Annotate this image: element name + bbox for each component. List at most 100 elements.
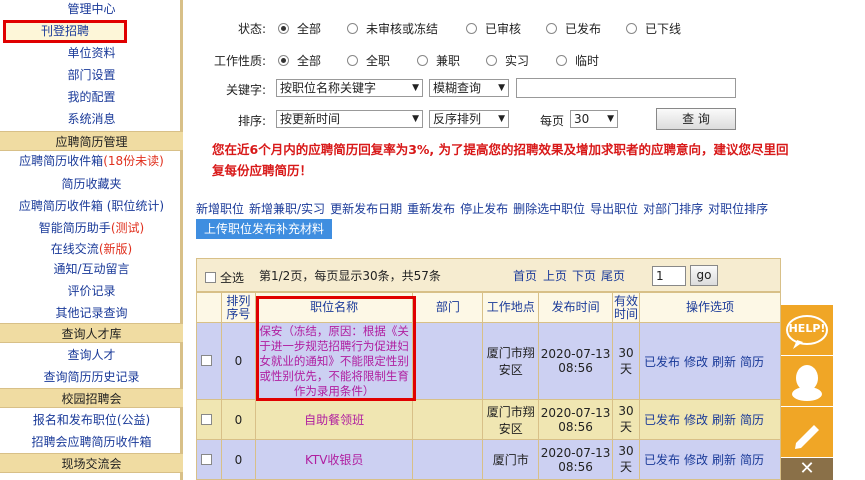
nature-radio-temporary[interactable]: 临时 (556, 52, 599, 69)
refresh-link[interactable]: 刷新 (712, 453, 736, 467)
sidebar-item-resume-favorites[interactable]: 简历收藏夹 (0, 175, 183, 193)
republish-link[interactable]: 重新发布 (407, 202, 455, 216)
published-link[interactable]: 已发布 (644, 413, 680, 427)
sidebar-item-company-info[interactable]: 单位资料 (0, 44, 183, 62)
published-link[interactable]: 已发布 (644, 355, 680, 369)
nature-radio-all[interactable]: 全部 (278, 52, 321, 69)
sidebar-item-notifications[interactable]: 通知/互动留言 (0, 260, 183, 278)
status-radio-offline[interactable]: 已下线 (626, 20, 681, 37)
pager-last[interactable]: 尾页 (601, 267, 625, 284)
resume-link[interactable]: 简历 (740, 413, 764, 427)
sidebar-item-my-config[interactable]: 我的配置 (0, 88, 183, 106)
delete-selected-link[interactable]: 删除选中职位 (513, 202, 585, 216)
update-date-link[interactable]: 更新发布日期 (330, 202, 402, 216)
sidebar-item-reviews[interactable]: 评价记录 (0, 282, 183, 300)
keyword-field-select[interactable]: 按职位名称关键字 ▼ (276, 79, 423, 97)
refresh-link[interactable]: 刷新 (712, 413, 736, 427)
add-job-link[interactable]: 新增职位 (196, 202, 244, 216)
nature-radio-parttime[interactable]: 兼职 (417, 52, 460, 69)
sidebar-item-other-records[interactable]: 其他记录查询 (0, 304, 183, 322)
section-talent-pool: 查询人才库 (0, 323, 183, 343)
keyword-match-select[interactable]: 模糊查询 ▼ (429, 79, 509, 97)
published-link[interactable]: 已发布 (644, 453, 680, 467)
row-ops: 已发布 修改 刷新 简历 (638, 399, 782, 440)
section-resume-management: 应聘简历管理 (0, 131, 183, 151)
status-label: 状态: (237, 22, 266, 36)
sidebar-item-online-chat[interactable]: 在线交流(新版) (0, 240, 183, 258)
reply-rate-notice: 您在近6个月内的应聘简历回复率为3%, 为了提高您的招聘效果及增加求职者的应聘意… (212, 142, 789, 178)
row-title[interactable]: KTV收银员 (254, 439, 414, 480)
sidebar-item-post-job[interactable]: 刊登招聘 (3, 20, 127, 43)
table-row: 0 KTV收银员 厦门市 2020-07-13 08:56 30天 已发布 修改 刷新… (196, 439, 782, 480)
stop-publish-link[interactable]: 停止发布 (460, 202, 508, 216)
help-button[interactable]: HELP! (781, 305, 833, 355)
row-checkbox[interactable] (196, 439, 222, 480)
sort-label: 排序: (237, 114, 266, 128)
row-checkbox[interactable] (196, 399, 222, 440)
row-date: 2020-07-13 08:56 (538, 322, 614, 400)
row-title[interactable]: 保安（冻结，原因：根据《关于进一步规范招聘行为促进妇女就业的通知》不能限定性别或… (254, 322, 414, 400)
pager-first[interactable]: 首页 (513, 267, 537, 284)
nature-radio-fulltime[interactable]: 全职 (347, 52, 390, 69)
sidebar-item-smart-resume-assistant[interactable]: 智能简历助手(测试) (0, 219, 183, 237)
per-page-select[interactable]: 30 ▼ (570, 110, 618, 128)
refresh-link[interactable]: 刷新 (712, 355, 736, 369)
row-location: 厦门市 (482, 439, 540, 480)
chevron-down-icon: ▼ (412, 114, 419, 124)
row-date: 2020-07-13 08:56 (538, 439, 614, 480)
nature-radio-intern[interactable]: 实习 (486, 52, 529, 69)
sidebar-item-resume-inbox-by-job[interactable]: 应聘简历收件箱 (职位统计) (0, 197, 183, 215)
main-panel: 状态: 全部 未审核或冻结 已审核 已发布 已下线 工作性质: 全部 全职 兼职… (194, 0, 789, 480)
status-radio-published[interactable]: 已发布 (546, 20, 601, 37)
sort-departments-link[interactable]: 对部门排序 (643, 202, 703, 216)
go-button[interactable]: go (690, 265, 718, 286)
upload-materials-button[interactable]: 上传职位发布补充材料 (196, 219, 332, 239)
sort-jobs-link[interactable]: 对职位排序 (708, 202, 768, 216)
status-radio-all[interactable]: 全部 (278, 20, 321, 37)
radio-dot (347, 55, 358, 66)
resume-link[interactable]: 简历 (740, 355, 764, 369)
status-radio-approved[interactable]: 已审核 (466, 20, 521, 37)
keyword-input[interactable] (516, 78, 736, 98)
sidebar-item-resume-history[interactable]: 查询简历历史记录 (0, 368, 183, 386)
add-parttime-link[interactable]: 新增兼职/实习 (249, 202, 325, 216)
header-valid: 有效时间 (612, 292, 640, 323)
pager-next[interactable]: 下页 (572, 267, 596, 284)
pager-prev[interactable]: 上页 (543, 267, 567, 284)
edit-link[interactable]: 修改 (684, 355, 708, 369)
close-float-button[interactable]: ✕ (781, 458, 833, 480)
radio-dot (486, 55, 497, 66)
export-jobs-link[interactable]: 导出职位 (590, 202, 638, 216)
row-checkbox[interactable] (196, 322, 222, 400)
checkbox-box (201, 453, 213, 465)
sidebar-item-search-talent[interactable]: 查询人才 (0, 346, 183, 364)
radio-dot (417, 55, 428, 66)
sidebar-item-admin-center[interactable]: 管理中心 (0, 0, 183, 18)
qq-chat-button[interactable] (781, 356, 833, 406)
feedback-button[interactable] (781, 407, 833, 457)
page-number-input[interactable]: 1 (652, 266, 686, 286)
sidebar-item-system-messages[interactable]: 系统消息 (0, 110, 183, 128)
pager-info: 第1/2页，每页显示30条，共57条 (259, 269, 441, 283)
status-radio-pending[interactable]: 未审核或冻结 (347, 20, 438, 37)
chevron-down-icon: ▼ (412, 83, 419, 93)
section-onsite-fair: 现场交流会 (0, 453, 183, 473)
sidebar-item-campus-post[interactable]: 报名和发布职位(公益) (0, 411, 183, 429)
sort-by-select[interactable]: 按更新时间 ▼ (276, 110, 423, 128)
query-button[interactable]: 查 询 (656, 108, 736, 130)
resume-link[interactable]: 简历 (740, 453, 764, 467)
header-dept: 部门 (412, 292, 484, 323)
header-location: 工作地点 (482, 292, 540, 323)
job-nature-label: 工作性质: (213, 54, 266, 68)
sidebar-item-resume-inbox[interactable]: 应聘简历收件箱(18份未读) (0, 152, 183, 170)
sort-order-select[interactable]: 反序排列 ▼ (429, 110, 509, 128)
select-all-checkbox[interactable]: 全选 (205, 269, 244, 286)
edit-link[interactable]: 修改 (684, 453, 708, 467)
row-title[interactable]: 自助餐领班 (254, 399, 414, 440)
header-seq: 排列序号 (220, 292, 256, 323)
row-ops: 已发布 修改 刷新 简历 (638, 322, 782, 400)
sidebar-item-campus-resume-inbox[interactable]: 招聘会应聘简历收件箱 (0, 433, 183, 451)
sidebar-item-departments[interactable]: 部门设置 (0, 66, 183, 84)
edit-link[interactable]: 修改 (684, 413, 708, 427)
table-row: 0 自助餐领班 厦门市翔安区 2020-07-13 08:56 30天 已发布 修改… (196, 399, 782, 440)
